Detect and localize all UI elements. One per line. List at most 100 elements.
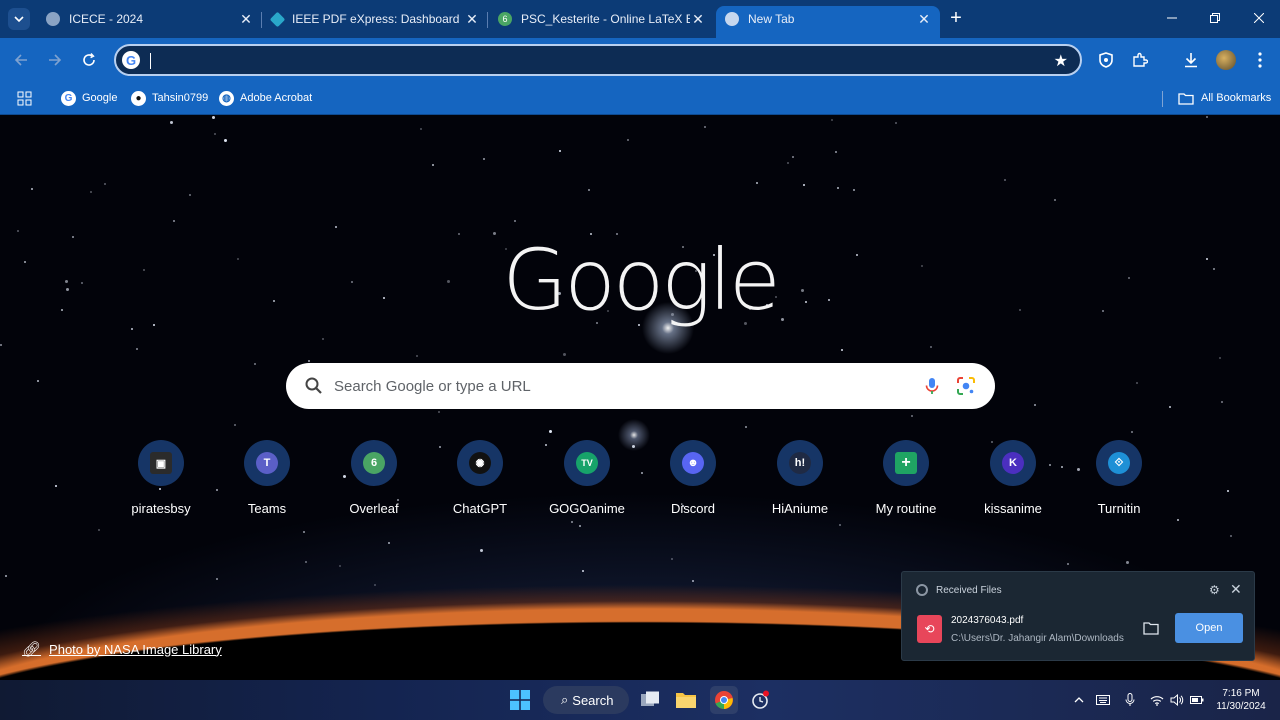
open-button[interactable]: Open — [1175, 613, 1243, 643]
tab-search-button[interactable] — [8, 8, 30, 30]
star-dot — [373, 584, 376, 587]
shortcut-turnitin[interactable]: ⟐ Turnitin — [1066, 440, 1172, 520]
all-bookmarks-button[interactable]: All Bookmarks — [1178, 89, 1271, 107]
close-icon[interactable]: ✕ — [1230, 581, 1244, 597]
star-dot — [786, 161, 789, 164]
clock-app-button[interactable] — [748, 688, 772, 712]
app-icon — [916, 584, 928, 596]
chevron-down-icon — [14, 16, 24, 23]
gogoanime-icon: TV — [576, 452, 598, 474]
wifi-icon[interactable] — [1149, 692, 1165, 708]
star-dot — [930, 346, 933, 349]
star-dot — [840, 349, 843, 352]
search-input[interactable] — [334, 375, 904, 397]
bookmark-google[interactable]: G Google — [61, 89, 117, 107]
shield-extension-button[interactable] — [1096, 50, 1116, 70]
star-dot — [1004, 179, 1006, 182]
shortcut-label: piratesbsy — [131, 501, 191, 516]
tab-overleaf[interactable]: 6 PSC_Kesterite - Online LaTeX Edito ✕ — [498, 6, 706, 32]
task-view-button[interactable] — [638, 688, 662, 712]
shortcut-icon-circle: ✺ — [457, 440, 503, 486]
window-close-button[interactable] — [1249, 8, 1269, 28]
google-lens-icon[interactable] — [956, 376, 976, 396]
reload-button[interactable] — [79, 50, 99, 70]
start-button[interactable] — [508, 688, 532, 712]
profile-button[interactable] — [1216, 50, 1236, 70]
restore-icon — [1210, 13, 1220, 23]
shortcut-my-routine[interactable]: + My routine — [853, 440, 959, 520]
taskbar-search[interactable]: ⌕ Search — [543, 686, 629, 714]
shortcut-kissanime[interactable]: K kissanime — [960, 440, 1066, 520]
shortcut-hianiume[interactable]: h! HiAniume — [747, 440, 853, 520]
search-box[interactable] — [286, 363, 995, 409]
back-button[interactable] — [11, 50, 31, 70]
star-dot — [562, 352, 566, 356]
photo-credit-link[interactable]: 🔗︎ Photo by NASA Image Library — [22, 640, 222, 658]
hianime-icon: h! — [789, 452, 811, 474]
star-dot — [212, 116, 216, 120]
bookmark-label: Google — [82, 92, 118, 104]
star-dot — [338, 564, 341, 567]
close-icon[interactable]: ✕ — [916, 11, 932, 27]
star-dot — [479, 548, 483, 552]
extensions-button[interactable] — [1130, 50, 1150, 70]
star-dot — [188, 193, 191, 196]
shortcut-overleaf[interactable]: 6 Overleaf — [321, 440, 427, 520]
microphone-icon[interactable] — [1122, 692, 1138, 708]
overleaf-icon: 6 — [363, 452, 385, 474]
apps-button[interactable] — [17, 89, 32, 107]
keyboard-icon[interactable] — [1095, 692, 1111, 708]
gear-icon[interactable]: ⚙ — [1209, 583, 1223, 597]
star-dot — [136, 348, 139, 351]
file-explorer-button[interactable] — [674, 688, 698, 712]
show-hidden-icons-button[interactable] — [1072, 692, 1086, 708]
close-icon[interactable]: ✕ — [464, 11, 480, 27]
star-dot — [704, 126, 707, 129]
tab-ieee[interactable]: IEEE PDF eXpress: Dashboard ✕ — [269, 6, 480, 32]
folder-icon[interactable] — [1143, 621, 1159, 635]
new-tab-button[interactable]: + — [946, 8, 966, 28]
bookmark-star-icon[interactable]: ★ — [1054, 51, 1068, 71]
link-icon: 🔗︎ — [22, 641, 42, 658]
notification-title: Received Files — [936, 585, 1002, 596]
address-bar[interactable]: G ★ — [114, 44, 1082, 76]
folder-icon — [1178, 92, 1194, 105]
chrome-menu-button[interactable] — [1250, 50, 1270, 70]
shortcut-piratesbsy[interactable]: ▣ piratesbsy — [108, 440, 214, 520]
minimize-button[interactable] — [1162, 8, 1182, 28]
star-dot — [419, 127, 422, 130]
microphone-icon[interactable] — [922, 376, 942, 396]
bookmark-github[interactable]: ● Tahsin0799 — [131, 89, 208, 107]
shortcut-teams[interactable]: T Teams — [214, 440, 320, 520]
downloads-button[interactable] — [1181, 50, 1201, 70]
battery-icon[interactable] — [1189, 692, 1205, 708]
google-logo: Google — [502, 231, 780, 329]
star-dot — [431, 164, 434, 167]
chrome-taskbar-button[interactable] — [710, 686, 738, 714]
bookmark-adobe-acrobat[interactable]: ◍ Adobe Acrobat — [219, 89, 312, 107]
tab-new-tab[interactable]: New Tab ✕ — [716, 6, 940, 38]
volume-icon[interactable] — [1169, 692, 1185, 708]
star-dot — [627, 139, 630, 142]
close-icon[interactable]: ✕ — [238, 11, 254, 27]
star-dot — [416, 354, 419, 357]
system-clock[interactable]: 7:16 PM 11/30/2024 — [1213, 687, 1269, 713]
shortcut-icon-circle: + — [883, 440, 929, 486]
shortcut-chatgpt[interactable]: ✺ ChatGPT — [427, 440, 533, 520]
star-dot — [1126, 560, 1130, 564]
shortcut-label: kissanime — [984, 501, 1042, 516]
turnitin-icon: ⟐ — [1108, 452, 1130, 474]
shortcut-icon-circle: T — [244, 440, 290, 486]
forward-button[interactable] — [45, 50, 65, 70]
tab-icece[interactable]: ICECE - 2024 ✕ — [46, 6, 254, 32]
close-icon[interactable]: ✕ — [690, 11, 706, 27]
shortcut-icon-circle: ☻ — [670, 440, 716, 486]
restore-button[interactable] — [1205, 8, 1225, 28]
shortcut-discord[interactable]: ☻ Discord — [640, 440, 746, 520]
star-dot — [1221, 401, 1224, 404]
star-dot — [792, 155, 795, 158]
address-input[interactable] — [156, 49, 1036, 71]
star-dot — [387, 541, 390, 544]
shortcut-gogoanime[interactable]: TV GOGOanime — [534, 440, 640, 520]
chatgpt-icon: ✺ — [469, 452, 491, 474]
